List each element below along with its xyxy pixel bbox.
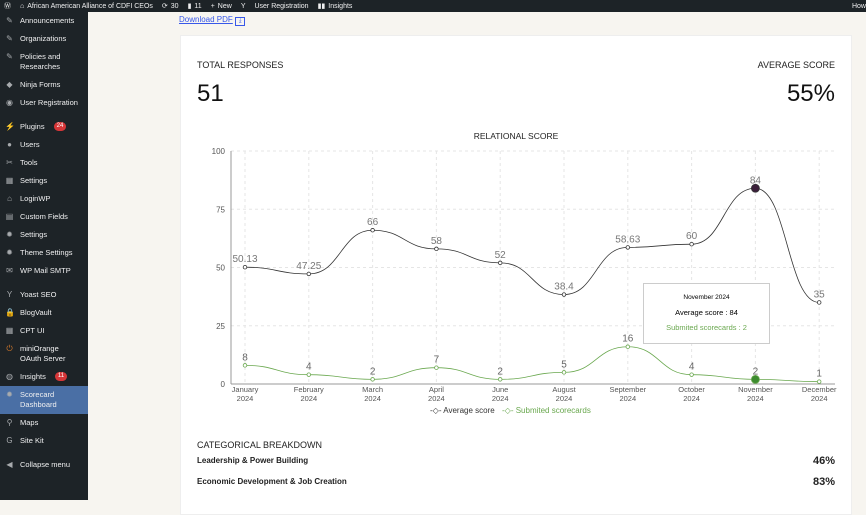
- data-label: 7: [434, 355, 440, 366]
- x-tick-label: 2024: [364, 394, 381, 403]
- x-tick-label: January: [232, 385, 259, 394]
- data-label: 1: [816, 369, 822, 380]
- data-label: 2: [370, 366, 376, 377]
- x-tick-label: 2024: [619, 394, 636, 403]
- data-label: 38.4: [554, 282, 574, 293]
- x-tick-label: August: [552, 385, 576, 394]
- x-tick-label: 2024: [556, 394, 573, 403]
- series-line: [244, 346, 820, 383]
- data-label: 8: [242, 352, 248, 363]
- x-tick-label: June: [492, 385, 508, 394]
- tooltip-submitted: Submited scorecards : 2: [666, 323, 747, 332]
- data-point: [689, 372, 694, 377]
- x-tick-label: 2024: [747, 394, 764, 403]
- x-tick-label: 2024: [811, 394, 828, 403]
- data-label: 50.13: [232, 254, 257, 265]
- x-tick-label: 2024: [492, 394, 509, 403]
- data-label: 5: [561, 359, 567, 370]
- x-tick-label: 2024: [428, 394, 445, 403]
- x-tick-label: 2024: [237, 394, 254, 403]
- x-tick-label: October: [678, 385, 705, 394]
- data-point: [434, 246, 439, 252]
- tooltip-average: Average score : 84: [675, 308, 738, 317]
- x-tick-label: 2024: [683, 394, 700, 403]
- data-label: 2: [497, 366, 503, 377]
- data-point: [498, 260, 503, 266]
- data-point: [625, 344, 630, 349]
- y-tick-label: 100: [212, 147, 226, 156]
- data-label: 58: [431, 236, 443, 247]
- data-point: [561, 292, 567, 297]
- data-point: [306, 271, 311, 277]
- x-tick-label: December: [802, 385, 837, 394]
- y-tick-label: 0: [221, 380, 226, 389]
- data-point: [561, 370, 567, 375]
- x-tick-label: 2024: [300, 394, 317, 403]
- x-tick-label: April: [429, 385, 444, 394]
- legend-item: -◇- Submited scorecards: [502, 406, 591, 415]
- data-point: [242, 264, 248, 270]
- data-point: [370, 377, 375, 382]
- data-point: [817, 300, 822, 305]
- y-tick-label: 75: [216, 205, 225, 214]
- data-label: 4: [306, 362, 312, 373]
- x-tick-label: February: [294, 385, 324, 394]
- x-tick-label: November: [738, 385, 773, 394]
- legend-item: -◇- Average score: [430, 406, 495, 415]
- data-label: 16: [622, 334, 634, 345]
- data-point: [306, 372, 311, 377]
- data-label: 4: [689, 362, 695, 373]
- data-point: [817, 379, 822, 384]
- relational-score-chart: 0255075100January2024February2024March20…: [212, 147, 837, 415]
- data-point: [242, 363, 248, 368]
- data-label: 60: [686, 231, 698, 242]
- x-tick-label: March: [362, 385, 383, 394]
- chart-tooltip: November 2024 Average score : 84 Submite…: [643, 283, 770, 344]
- data-label: 52: [495, 250, 507, 261]
- y-tick-label: 50: [216, 264, 225, 273]
- data-point: [370, 228, 375, 233]
- data-point: [434, 365, 439, 370]
- data-point: [498, 377, 503, 382]
- x-tick-label: September: [609, 385, 646, 394]
- data-label: 58.63: [615, 234, 640, 245]
- data-point: [625, 245, 630, 250]
- data-label: 84: [750, 175, 762, 186]
- y-tick-label: 25: [216, 322, 225, 331]
- data-label: 47.25: [296, 261, 321, 272]
- data-label: 2: [753, 366, 759, 377]
- tooltip-title: November 2024: [683, 294, 730, 301]
- data-label: 35: [814, 289, 826, 300]
- data-label: 66: [367, 217, 379, 228]
- data-point: [689, 241, 694, 247]
